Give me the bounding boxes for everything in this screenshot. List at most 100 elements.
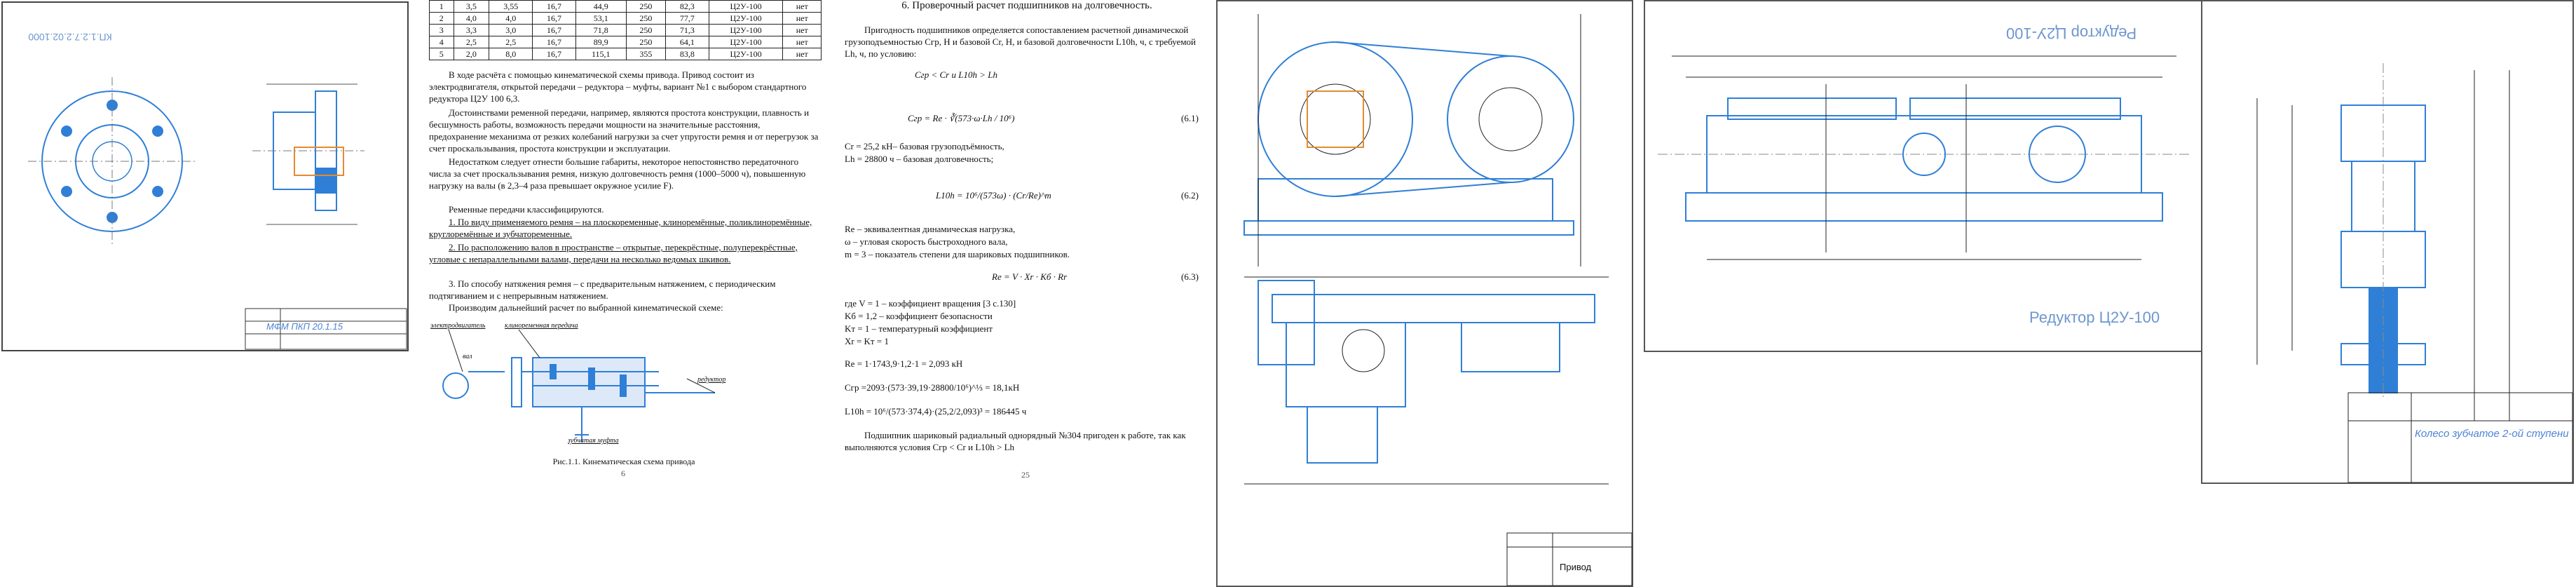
formula-condition: Cгр < Cr и L10h > Lh	[915, 69, 997, 80]
formula-cgr: Cгр = Rе · ∛(573·ω·Lh / 10⁶)	[908, 113, 1015, 123]
v-coefficient: где V = 1 – коэффициент вращения [3 с.13…	[845, 298, 1016, 309]
table-cell: нет	[782, 12, 822, 25]
paragraph-1: В ходе расчёта с помощью кинематической …	[429, 69, 807, 104]
table-cell: 44,9	[575, 0, 627, 13]
table-cell: 4,0	[453, 12, 490, 25]
paragraph-8: Производим дальнейший расчет по выбранно…	[449, 302, 723, 313]
conclusion-text: Подшипник шариковый радиальный однорядны…	[845, 430, 1186, 452]
scheme-label-motor: электродвигатель	[430, 322, 486, 330]
table-cell: Ц2У-100	[708, 48, 784, 60]
table-cell: Ц2У-100	[708, 12, 784, 25]
table-cell: 4	[429, 36, 454, 48]
re-description: Rе – эквивалентная динамическая нагрузка…	[845, 224, 1016, 234]
table-cell: 3,5	[453, 0, 490, 13]
table-cell: 250	[625, 0, 667, 13]
calculation-cgr: Cгр =2093·(573·39,19·28800/10⁶)^⅓ = 18,1…	[845, 382, 1020, 393]
gear-stamp-title: Колесо зубчатое 2-ой ступени	[2415, 428, 2569, 440]
reducer-drawing	[1658, 55, 2190, 260]
table-cell: 250	[625, 36, 667, 48]
sheet1-stamp-title: МФМ ПКП 20.1.15	[266, 321, 343, 332]
kb-coefficient: Kб = 1,2 – коэффициент безопасности	[845, 311, 993, 321]
table-cell: 3	[429, 24, 454, 36]
scheme-label-belt: клиноременная передача	[505, 322, 578, 330]
table-cell: 16,7	[532, 0, 576, 13]
table-cell: 1	[429, 0, 454, 13]
table-row: 3 3,3 3,0 16,7 71,8 250 71,3 Ц2У-100 нет	[429, 24, 822, 36]
table-cell: 82,3	[665, 0, 709, 13]
drawing-title: Привод	[1560, 562, 1592, 572]
paragraph-7: 3. По способу натяжения ремня – с предва…	[429, 278, 776, 301]
table-cell: нет	[782, 0, 822, 13]
paragraph-6: 2. По расположению валов в пространстве …	[429, 242, 798, 264]
table-cell: 2,5	[489, 36, 533, 48]
omega-description: ω – угловая скорость быстроходного вала,	[845, 236, 1008, 247]
flange-drawing	[28, 77, 407, 350]
table-cell: 2,0	[453, 48, 490, 60]
table-cell: 89,9	[575, 36, 627, 48]
table-cell: 2	[429, 12, 454, 25]
intro-text: Пригодность подшипников определяется соп…	[845, 25, 1197, 59]
paragraph-4: Ременные передачи классифицируются.	[449, 204, 604, 215]
table-cell: 5	[429, 48, 454, 60]
table-row: 2 4,0 4,0 16,7 53,1 250 77,7 Ц2У-100 нет	[429, 12, 822, 25]
page-number: 25	[1021, 470, 1030, 480]
paragraph-2: Достоинствами ременной передачи, наприме…	[429, 107, 819, 154]
m-description: m = 3 – показатель степени для шариковых…	[845, 249, 1070, 259]
scheme-label-coupling: зубчатая муфта	[568, 437, 619, 445]
kt-coefficient: Kт = 1 – температурный коэффициент	[845, 323, 993, 334]
table-cell: нет	[782, 48, 822, 60]
table-cell: 71,8	[575, 24, 627, 36]
lh-description: Lh = 28800 ч – базовая долговечность;	[845, 154, 994, 164]
table-row: 5 2,0 8,0 16,7 115,1 355 83,8 Ц2У-100 нет	[429, 48, 822, 60]
reducer-stamp: Редуктор Ц2У-100	[2029, 309, 2160, 326]
equation-number-2: (6.2)	[1181, 190, 1199, 201]
table-cell: Ц2У-100	[708, 36, 784, 48]
xr-coefficient: Xr = Kт = 1	[845, 336, 889, 346]
paragraph-3: Недостатком следует отнести большие габа…	[429, 156, 806, 191]
table-cell: 16,7	[532, 48, 576, 60]
table-cell: 3,0	[489, 24, 533, 36]
scheme-label-reducer: редуктор	[697, 376, 726, 384]
table-cell: нет	[782, 36, 822, 48]
formula-l10h: L10h = 10⁶/(573ω) · (Cr/Rе)^m	[936, 190, 1051, 201]
calculation-re: Rе = 1·1743,9·1,2·1 = 2,093 кН	[845, 358, 963, 369]
calculation-l10h: L10h = 10⁶/(573·374,4)·(25,2/2,093)³ = 1…	[845, 406, 1027, 417]
section-heading: 6. Проверочный расчет подшипников на дол…	[901, 0, 1152, 11]
drawing-sheet-drive: Привод	[1216, 0, 1633, 587]
table-cell: 8,0	[489, 48, 533, 60]
motor-selection-table: 1 3,5 3,55 16,7 44,9 250 82,3 Ц2У-100 нет 2 4,0 4,0…	[429, 0, 822, 60]
table-cell: 250	[625, 24, 667, 36]
table-cell: 3,55	[489, 0, 533, 13]
drawing-sheet-reducer: Редуктор Ц2У-100 Редуктор Ц2У-100	[1644, 0, 2204, 352]
table-cell: 250	[625, 12, 667, 25]
table-cell: 71,3	[665, 24, 709, 36]
table-cell: 16,7	[532, 24, 576, 36]
table-cell: 83,8	[665, 48, 709, 60]
drawing-sheet-gear-wheel: Колесо зубчатое 2-ой ступени	[2201, 0, 2574, 484]
figure-caption: Рис.1.1. Кинематическая схема привода	[552, 457, 695, 466]
table-row: 4 2,5 2,5 16,7 89,9 250 64,1 Ц2У-100 нет	[429, 36, 822, 48]
kinematic-scheme	[442, 329, 716, 442]
table-cell: 64,1	[665, 36, 709, 48]
drawing-sheet-flange: КП.1.2.7.2.02.1000 МФМ ПКП 20.1.15	[0, 0, 410, 353]
table-cell: 53,1	[575, 12, 627, 25]
table-cell: Ц2У-100	[708, 24, 784, 36]
table-cell: нет	[782, 24, 822, 36]
document-page-kinematics: 1 3,5 3,55 16,7 44,9 250 82,3 Ц2У-100 нет 2 4,0 4,0…	[421, 0, 827, 491]
page-number: 6	[621, 468, 625, 478]
gear-wheel-drawing	[2256, 63, 2573, 483]
table-cell: Ц2У-100	[708, 0, 784, 13]
drive-assembly-drawing	[1243, 14, 1633, 586]
equation-number-3: (6.3)	[1181, 271, 1199, 282]
table-cell: 16,7	[532, 36, 576, 48]
cr-description: Cr = 25,2 кН– базовая грузоподъёмность,	[845, 141, 1004, 151]
paragraph-5: 1. По виду применяемого ремня – на плоск…	[429, 217, 812, 239]
equation-number-1: (6.1)	[1181, 113, 1199, 123]
scheme-label-shaft: вал	[463, 353, 472, 360]
table-cell: 2,5	[453, 36, 490, 48]
table-cell: 3,3	[453, 24, 490, 36]
table-cell: 355	[625, 48, 667, 60]
table-cell: 16,7	[532, 12, 576, 25]
table-cell: 4,0	[489, 12, 533, 25]
document-page-bearings: 6. Проверочный расчет подшипников на дол…	[838, 0, 1216, 491]
